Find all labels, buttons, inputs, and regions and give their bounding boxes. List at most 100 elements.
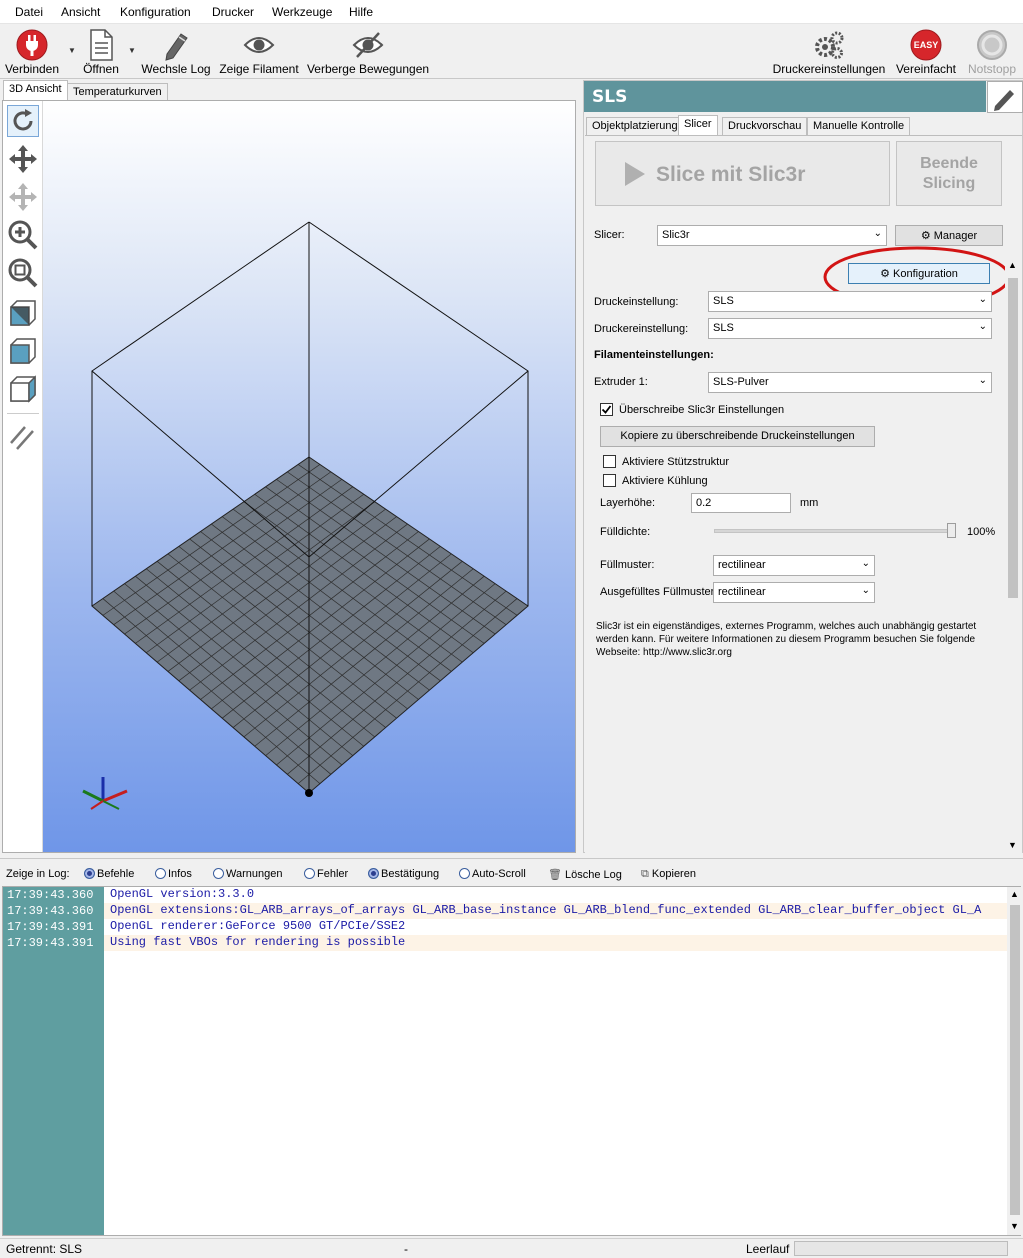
infill-label: Fülldichte:	[600, 526, 651, 538]
simplified-button[interactable]: EASY Vereinfacht	[894, 26, 958, 78]
tab-manual-control[interactable]: Manuelle Kontrolle	[807, 117, 911, 136]
open-dropdown-icon[interactable]: ▼	[128, 46, 136, 55]
view-toolbar	[3, 101, 43, 852]
log-scrollbar[interactable]: ▲ ▼	[1007, 887, 1023, 1235]
hide-moves-label: Verberge Bewegungen	[306, 62, 430, 76]
axis-gizmo-icon	[82, 777, 128, 810]
zoom-in-icon	[8, 220, 38, 250]
menu-werkzeuge[interactable]: Werkzeuge	[272, 5, 332, 19]
copy-settings-button[interactable]: Kopiere zu überschreibende Druckeinstell…	[600, 426, 875, 447]
parallel-lines-icon	[10, 426, 34, 450]
plug-icon	[16, 29, 48, 61]
log-commands-toggle[interactable]: Befehle	[84, 868, 134, 880]
show-filament-button[interactable]: Zeige Filament	[218, 26, 300, 78]
radio-on-icon	[368, 868, 379, 879]
log-autoscroll-label: Auto-Scroll	[472, 868, 526, 880]
printer-settings-button[interactable]: Druckereinstellungen	[772, 26, 886, 78]
stop-slicing-button[interactable]: Beende Slicing	[896, 141, 1002, 206]
infill-slider-thumb[interactable]	[947, 523, 956, 538]
log-filter-bar: Zeige in Log: Befehle Infos Warnungen Fe…	[0, 858, 1023, 886]
tab-print-preview[interactable]: Druckvorschau	[722, 117, 808, 136]
slice-view-button[interactable]	[7, 421, 39, 453]
fit-view-button[interactable]	[7, 257, 39, 289]
copy-log-button[interactable]: ⧉ Kopieren	[641, 868, 696, 881]
settings-scrollbar[interactable]: ▲ ▼	[1005, 260, 1021, 854]
log-infos-label: Infos	[168, 868, 192, 880]
connect-dropdown-icon[interactable]: ▼	[68, 46, 76, 55]
scrollbar-thumb[interactable]	[1010, 905, 1020, 1215]
override-checkbox[interactable]	[600, 403, 613, 416]
scroll-down-icon[interactable]: ▼	[1010, 1221, 1019, 1231]
checkmark-icon	[601, 405, 612, 414]
log-row: OpenGL renderer:GeForce 9500 GT/PCIe/SSE…	[104, 919, 1007, 935]
easy-badge-text: EASY	[913, 40, 939, 50]
edit-printer-button[interactable]	[987, 81, 1023, 113]
document-icon	[90, 29, 113, 61]
scroll-up-icon[interactable]: ▲	[1010, 889, 1019, 899]
gear-icon: ⚙	[920, 230, 931, 242]
slice-button[interactable]: Slice mit Slic3r	[595, 141, 890, 206]
info-text-line1: Slic3r ist ein eigenständiges, externes …	[596, 621, 977, 632]
gears-icon	[815, 31, 844, 59]
infill-slider-track[interactable]	[714, 529, 956, 533]
menu-hilfe[interactable]: Hilfe	[349, 5, 373, 19]
copy-icon: ⧉	[641, 868, 649, 880]
pencil-icon	[165, 33, 188, 61]
cooling-checkbox[interactable]	[603, 474, 616, 487]
extruder-label: Extruder 1:	[594, 376, 648, 388]
menu-datei[interactable]: Datei	[15, 5, 43, 19]
support-checkbox[interactable]	[603, 455, 616, 468]
show-filament-label: Zeige Filament	[219, 62, 299, 76]
menu-ansicht[interactable]: Ansicht	[61, 5, 100, 19]
log-infos-toggle[interactable]: Infos	[155, 868, 192, 880]
scrollbar-thumb[interactable]	[1008, 278, 1018, 598]
tab-object-placement[interactable]: Objektplatzierung	[586, 117, 684, 136]
log-time: 17:39:43.391	[7, 936, 94, 950]
radio-on-icon	[84, 868, 95, 879]
log-warnings-toggle[interactable]: Warnungen	[213, 868, 282, 880]
chevron-down-icon: ⌄	[978, 294, 987, 305]
move-view-button[interactable]	[7, 143, 39, 175]
zoom-button[interactable]	[7, 219, 39, 251]
extruder-select[interactable]: SLS-Pulver ⌄	[708, 372, 992, 393]
pencil-icon	[994, 90, 1014, 111]
slice-button-label: Slice mit Slic3r	[656, 163, 806, 186]
scroll-up-icon[interactable]: ▲	[1008, 260, 1017, 270]
top-view-button[interactable]	[7, 335, 39, 367]
open-button[interactable]: Öffnen	[80, 26, 122, 78]
tab-3d-view[interactable]: 3D Ansicht	[3, 80, 68, 101]
tab-slicer[interactable]: Slicer	[678, 115, 718, 136]
printer-setting-label: Druckereinstellung:	[594, 323, 689, 335]
print-setting-select[interactable]: SLS ⌄	[708, 291, 992, 312]
hide-moves-button[interactable]: Verberge Bewegungen	[306, 26, 430, 78]
print-setting-value: SLS	[713, 295, 734, 307]
solid-fill-select[interactable]: rectilinear ⌄	[713, 582, 875, 603]
menu-konfiguration[interactable]: Konfiguration	[120, 5, 191, 19]
log-errors-toggle[interactable]: Fehler	[304, 868, 348, 880]
layer-height-input[interactable]	[691, 493, 791, 513]
eye-slash-icon	[352, 32, 384, 58]
3d-canvas[interactable]	[43, 101, 575, 852]
zoom-fit-icon	[8, 258, 38, 288]
fill-pattern-select[interactable]: rectilinear ⌄	[713, 555, 875, 576]
side-view-button[interactable]	[7, 373, 39, 405]
log-ack-toggle[interactable]: Bestätigung	[368, 868, 439, 880]
front-view-button[interactable]	[7, 297, 39, 329]
log-autoscroll-toggle[interactable]: Auto-Scroll	[459, 868, 526, 880]
clear-log-button[interactable]: 🗑 Lösche Log	[548, 868, 622, 881]
reset-view-button[interactable]	[7, 105, 39, 137]
move-object-button[interactable]	[7, 181, 39, 213]
scroll-down-icon[interactable]: ▼	[1008, 840, 1017, 850]
change-log-button[interactable]: Wechsle Log	[141, 26, 211, 78]
slicer-select[interactable]: Slic3r ⌄	[657, 225, 887, 246]
manager-button[interactable]: ⚙ Manager	[895, 225, 1003, 246]
connect-button[interactable]: Verbinden	[2, 26, 62, 78]
radio-off-icon	[304, 868, 315, 879]
emergency-stop-button[interactable]: Notstopp	[964, 26, 1020, 78]
fill-pattern-value: rectilinear	[718, 559, 766, 571]
menu-drucker[interactable]: Drucker	[212, 5, 254, 19]
log-time: 17:39:43.360	[7, 888, 94, 902]
cube-front-icon	[10, 300, 36, 326]
log-area[interactable]: 17:39:43.360 17:39:43.360 17:39:43.391 1…	[2, 886, 1023, 1236]
printer-setting-select[interactable]: SLS ⌄	[708, 318, 992, 339]
